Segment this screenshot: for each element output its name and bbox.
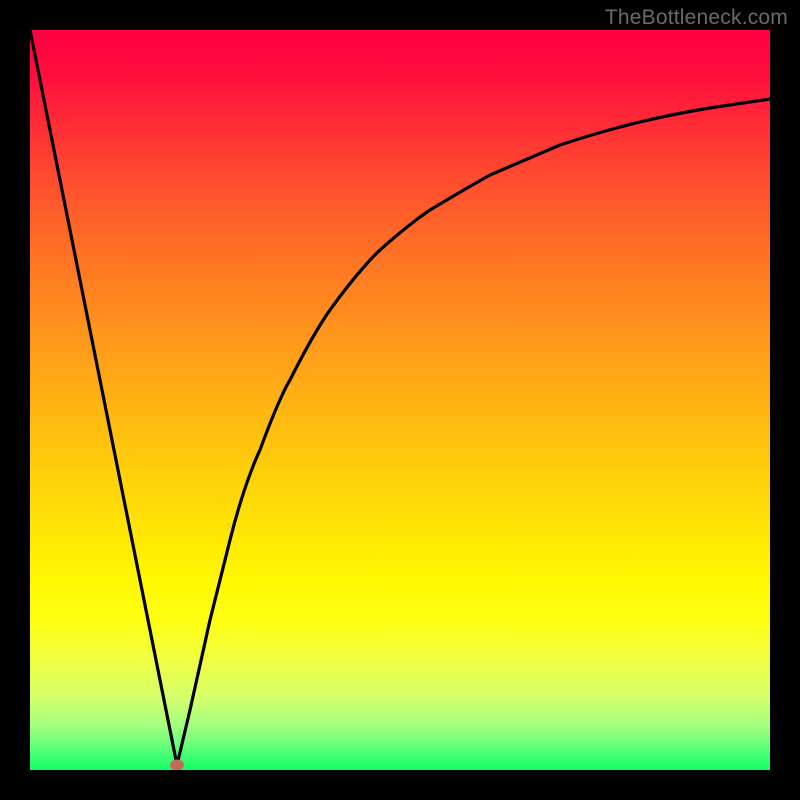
minimum-marker: [170, 760, 184, 771]
bottleneck-curve: [30, 30, 770, 765]
curve-layer: [30, 30, 770, 770]
attribution-label: TheBottleneck.com: [605, 6, 788, 30]
chart-frame: TheBottleneck.com: [0, 0, 800, 800]
plot-area: [30, 30, 770, 770]
